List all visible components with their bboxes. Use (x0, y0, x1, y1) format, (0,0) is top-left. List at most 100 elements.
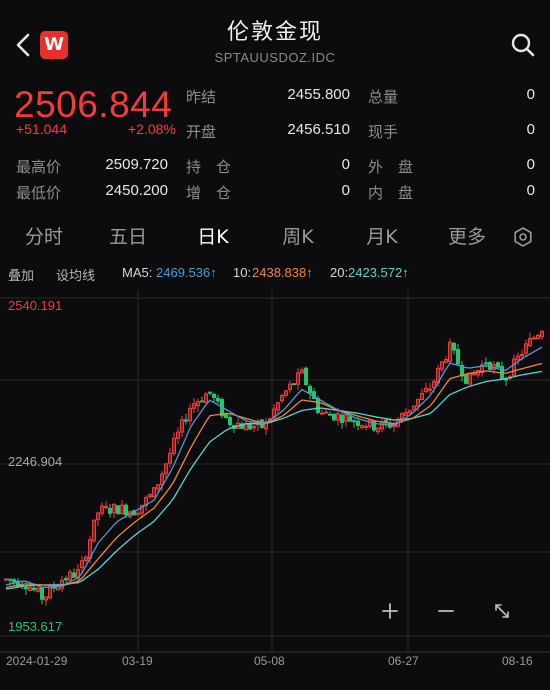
candle (447, 338, 453, 364)
x-label-4: 06-27 (388, 654, 419, 668)
candle-body (207, 391, 213, 394)
candle (539, 329, 545, 340)
field-label-inner-disc: 内 盘 (368, 184, 414, 202)
candle (203, 392, 209, 404)
candle (91, 519, 97, 544)
plus-icon[interactable] (375, 596, 405, 626)
field-label-oi-change: 增 仓 (186, 184, 232, 202)
candle (467, 372, 473, 385)
candle (295, 368, 301, 391)
candle (379, 418, 385, 433)
ma5-value: 2469.536↑ (156, 265, 217, 280)
candle (191, 398, 197, 413)
header: W 伦敦金现 SPTAUUSDOZ.IDC (0, 0, 550, 78)
candle-body (351, 420, 357, 423)
ma20-value: 2423.572↑ (348, 265, 409, 280)
tab-five-day[interactable]: 五日 (98, 222, 158, 249)
candle-body (531, 337, 537, 340)
instrument-code: SPTAUUSDOZ.IDC (214, 50, 336, 65)
candle-body (63, 577, 69, 581)
candle (291, 383, 297, 386)
candle (95, 512, 101, 527)
tab-monthly-k[interactable]: 月K (352, 222, 412, 249)
candle (175, 427, 181, 445)
candle (359, 424, 365, 430)
ma5-label: MA5: (122, 265, 153, 280)
candle (463, 374, 469, 385)
candle-body (291, 383, 297, 386)
field-value-outer-disc: 0 (526, 156, 535, 173)
candle (3, 578, 9, 582)
candle (283, 389, 289, 398)
x-label-1: 2024-01-29 (6, 654, 68, 668)
quote-panel: 2506.844 +51.044 +2.08% 昨结 2455.800 总量 0… (0, 80, 550, 210)
candle (111, 502, 117, 518)
candle (363, 423, 369, 431)
field-value-low: 2450.200 (105, 182, 168, 199)
tab-more[interactable]: 更多 (437, 222, 497, 249)
last-price: 2506.844 (14, 84, 173, 125)
candle (43, 596, 49, 606)
ma10-line (5, 362, 543, 589)
ma5-line (5, 346, 543, 588)
candle (79, 555, 85, 572)
candle (299, 367, 305, 374)
candle-body (183, 419, 189, 422)
candle (531, 335, 537, 340)
kline-chart[interactable]: 2540.191 2246.904 1953.617 2024-01-29 03… (0, 290, 550, 670)
candle-body (71, 572, 77, 578)
candle (47, 583, 53, 600)
candle (231, 424, 237, 434)
candle (247, 421, 253, 431)
candle (171, 432, 177, 457)
x-label-3: 05-08 (254, 654, 285, 668)
candle (227, 414, 233, 428)
candle (187, 403, 193, 426)
candle (195, 398, 201, 412)
field-value-current-lot: 0 (526, 121, 535, 138)
candle (183, 413, 189, 425)
candle (255, 418, 261, 431)
y-label-low: 1953.617 (8, 619, 63, 634)
candle (419, 388, 425, 401)
candle-body (227, 417, 233, 426)
moving-average-lines (5, 346, 543, 590)
search-icon[interactable] (508, 30, 538, 60)
indicator-bar: 叠加 设均线 MA5: 2469.536↑ 10: 2438.838↑ 20: … (0, 262, 550, 284)
x-label-2: 03-19 (122, 654, 153, 668)
period-tabs: 分时 五日 日K 周K 月K 更多 (0, 216, 550, 256)
candle (403, 407, 409, 416)
candle (99, 502, 105, 517)
x-label-5: 08-16 (502, 654, 533, 668)
candle (279, 393, 285, 403)
candle-body (339, 414, 345, 424)
field-label-open-interest: 持 仓 (186, 158, 232, 176)
candle-body (331, 413, 337, 421)
candle (459, 360, 465, 382)
candle-body (11, 579, 17, 583)
tab-intraday[interactable]: 分时 (14, 222, 74, 249)
overlay-button[interactable]: 叠加 (8, 265, 34, 284)
tab-weekly-k[interactable]: 周K (268, 222, 328, 249)
settings-icon[interactable] (512, 226, 534, 248)
candle-body (115, 505, 121, 515)
candle-body (7, 578, 13, 581)
candle (331, 413, 337, 422)
candle (103, 500, 109, 510)
minus-icon[interactable] (431, 596, 461, 626)
candle (427, 383, 433, 394)
set-ma-button[interactable]: 设均线 (56, 265, 95, 284)
candlestick-chart[interactable] (0, 290, 550, 670)
candle-body (327, 413, 333, 416)
y-label-high: 2540.191 (8, 298, 63, 313)
candle-body (355, 420, 361, 426)
candle (323, 408, 329, 414)
candle-body (23, 586, 29, 590)
candle-body (223, 413, 229, 418)
candle (207, 391, 213, 396)
field-label-outer-disc: 外 盘 (368, 158, 414, 176)
tab-daily-k[interactable]: 日K (183, 222, 243, 249)
candle (199, 396, 205, 403)
candle (135, 510, 141, 516)
expand-icon[interactable] (487, 596, 517, 626)
